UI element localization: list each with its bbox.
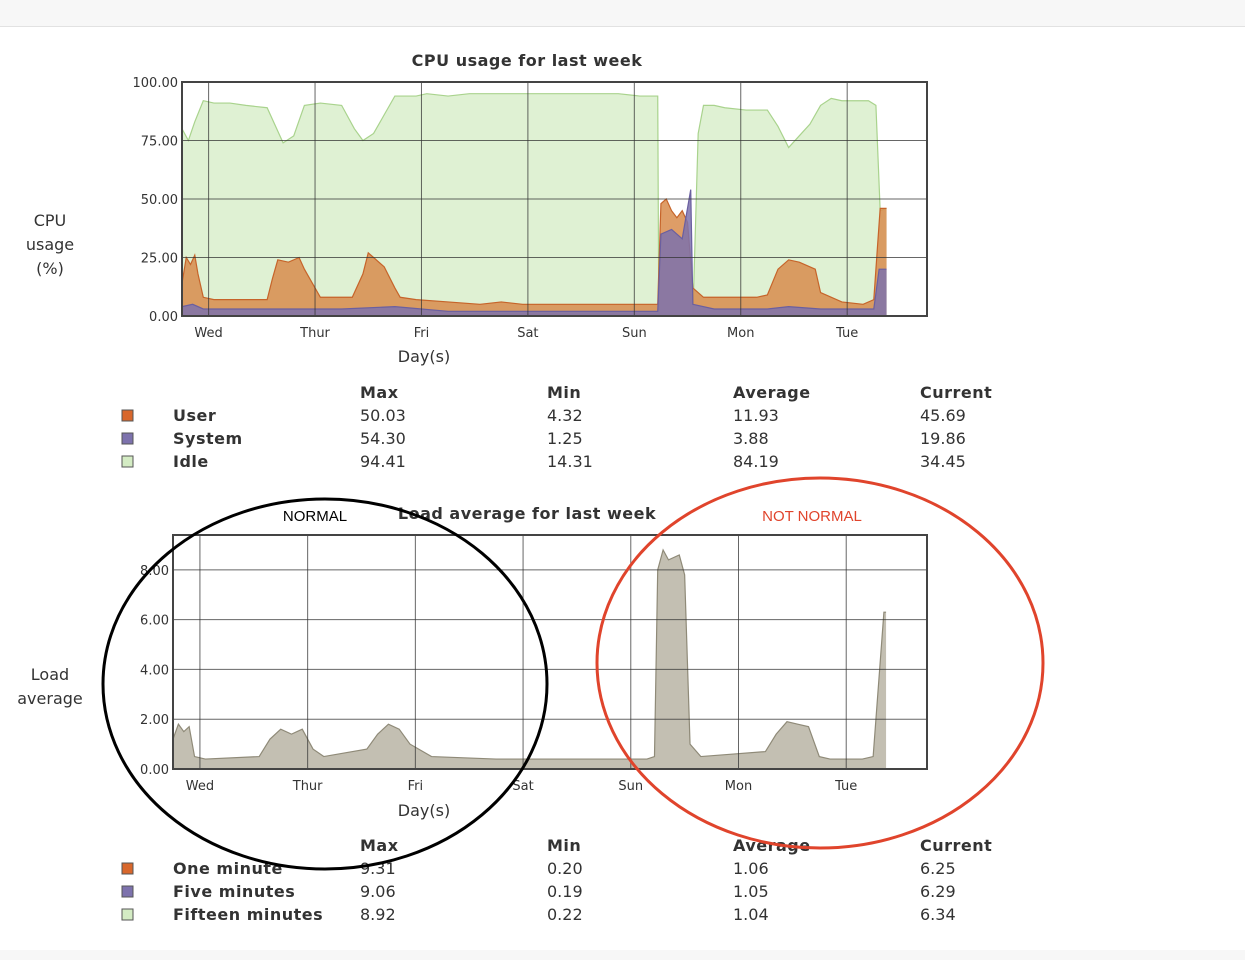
legend-header: Average [733, 836, 811, 855]
y-tick-label: 100.00 [133, 76, 179, 91]
y-tick-label: 25.00 [141, 252, 178, 267]
y-axis-label-line: usage [26, 235, 74, 254]
x-tick-label: Wed [194, 326, 222, 341]
y-tick-label: 2.00 [140, 713, 169, 728]
legend-label: Five minutes [173, 882, 295, 901]
normal-annotation: NORMAL [283, 508, 347, 525]
legend-swatch [121, 409, 134, 422]
x-tick-label: Tue [835, 326, 858, 341]
legend-header: Max [360, 383, 399, 402]
legend-header: Current [920, 383, 992, 402]
y-axis-label-line: CPU [34, 211, 67, 230]
legend-header: Average [733, 383, 811, 402]
legend-min: 4.32 [547, 406, 583, 425]
legend-average: 84.19 [733, 452, 779, 471]
legend-min: 0.22 [547, 905, 583, 924]
x-tick-label: Sat [517, 326, 538, 341]
legend-max: 50.03 [360, 406, 406, 425]
legend-max: 9.06 [360, 882, 396, 901]
legend-current: 45.69 [920, 406, 966, 425]
legend-swatch [121, 908, 134, 921]
legend-header: Max [360, 836, 399, 855]
legend-average: 3.88 [733, 429, 769, 448]
x-axis-label: Day(s) [398, 347, 450, 366]
legend-current: 19.86 [920, 429, 966, 448]
x-tick-label: Thur [299, 326, 330, 341]
y-axis-label-line: Load [31, 665, 69, 684]
legend-swatch [121, 455, 134, 468]
legend-min: 14.31 [547, 452, 593, 471]
y-axis-label-line: average [17, 689, 83, 708]
y-tick-label: 4.00 [140, 663, 169, 678]
legend-average: 1.05 [733, 882, 769, 901]
legend-min: 0.20 [547, 859, 583, 878]
legend-label: User [173, 406, 216, 425]
x-tick-label: Mon [727, 326, 754, 341]
x-tick-label: Fri [408, 779, 424, 794]
legend-current: 6.34 [920, 905, 956, 924]
legend-header: Current [920, 836, 992, 855]
chart-title: CPU usage for last week [412, 51, 643, 70]
legend-average: 1.06 [733, 859, 769, 878]
legend-label: Idle [173, 452, 209, 471]
x-tick-label: Tue [834, 779, 857, 794]
legend-average: 1.04 [733, 905, 769, 924]
y-tick-label: 6.00 [140, 614, 169, 629]
legend-header: Min [547, 383, 581, 402]
legend-min: 1.25 [547, 429, 583, 448]
x-tick-label: Mon [725, 779, 752, 794]
legend-min: 0.19 [547, 882, 583, 901]
x-tick-label: Wed [186, 779, 214, 794]
y-tick-label: 50.00 [141, 193, 178, 208]
legend-header: Min [547, 836, 581, 855]
legend-current: 6.25 [920, 859, 956, 878]
not-normal-annotation: NOT NORMAL [762, 508, 862, 525]
legend-average: 11.93 [733, 406, 779, 425]
legend-swatch [121, 885, 134, 898]
y-tick-label: 0.00 [140, 763, 169, 778]
x-tick-label: Sun [622, 326, 647, 341]
legend-max: 54.30 [360, 429, 406, 448]
y-tick-label: 0.00 [149, 310, 178, 325]
legend-swatch [121, 432, 134, 445]
legend-label: System [173, 429, 243, 448]
x-tick-label: Fri [414, 326, 430, 341]
y-axis-label-line: (%) [36, 259, 64, 278]
y-tick-label: 75.00 [141, 135, 178, 150]
legend-current: 6.29 [920, 882, 956, 901]
x-tick-label: Thur [292, 779, 323, 794]
legend-max: 94.41 [360, 452, 406, 471]
legend-current: 34.45 [920, 452, 966, 471]
x-tick-label: Sun [618, 779, 643, 794]
legend-label: Fifteen minutes [173, 905, 323, 924]
chart-title: Load average for last week [398, 504, 656, 523]
legend-max: 8.92 [360, 905, 396, 924]
x-axis-label: Day(s) [398, 801, 450, 820]
legend-swatch [121, 862, 134, 875]
cpu-and-load-charts: CPU usage for last week CPU usage (%) 0.00 25… [17, 51, 1045, 924]
